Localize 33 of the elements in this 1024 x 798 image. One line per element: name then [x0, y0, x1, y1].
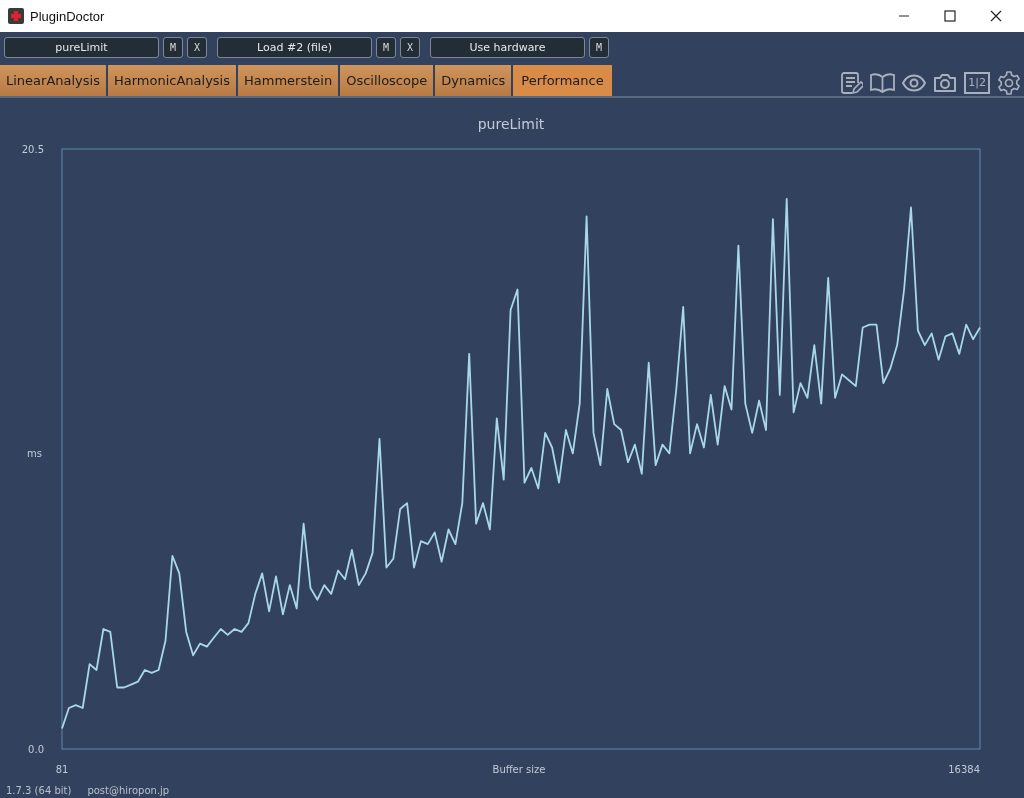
email-text: post@hiropon.jp [87, 784, 170, 796]
camera-icon[interactable] [933, 73, 958, 93]
version-text: 1.7.3 (64 bit) [6, 784, 72, 796]
plugin-slot-button[interactable]: pureLimit [4, 37, 159, 58]
compare-toggle[interactable]: 1|2 [964, 72, 990, 94]
window-title: PluginDoctor [30, 8, 105, 24]
slot-small-button[interactable]: X [187, 37, 207, 58]
app-logo-icon [8, 8, 24, 24]
tab[interactable]: Oscilloscope [340, 65, 434, 96]
y-axis-label: ms [27, 448, 42, 459]
tab[interactable]: Performance [513, 65, 612, 96]
y-tick-label: 0.0 [28, 744, 44, 755]
notes-icon[interactable] [841, 71, 864, 95]
x-axis-label: Buffer size [492, 764, 546, 775]
book-icon[interactable] [870, 73, 896, 93]
slot-small-button[interactable]: M [589, 37, 609, 58]
tab[interactable]: LinearAnalysis [0, 65, 106, 96]
chart-title: pureLimit [477, 116, 545, 132]
x-tick-label: 81 [55, 764, 69, 775]
plugin-slot-button[interactable]: Use hardware [430, 37, 585, 58]
slot-small-button[interactable]: M [376, 37, 396, 58]
y-tick-label: 20.5 [21, 144, 44, 155]
close-icon[interactable] [990, 10, 1002, 22]
eye-icon[interactable] [902, 74, 927, 92]
slot-small-button[interactable]: M [163, 37, 183, 58]
plugin-slot-button[interactable]: Load #2 (file) [217, 37, 372, 58]
tab[interactable]: Hammerstein [238, 65, 339, 96]
x-tick-label: 16384 [948, 764, 980, 775]
tab[interactable]: HarmonicAnalysis [107, 65, 236, 96]
maximize-icon[interactable] [944, 10, 956, 22]
settings-icon[interactable] [997, 71, 1021, 95]
tab[interactable]: Dynamics [435, 65, 512, 96]
slot-small-button[interactable]: X [400, 37, 420, 58]
